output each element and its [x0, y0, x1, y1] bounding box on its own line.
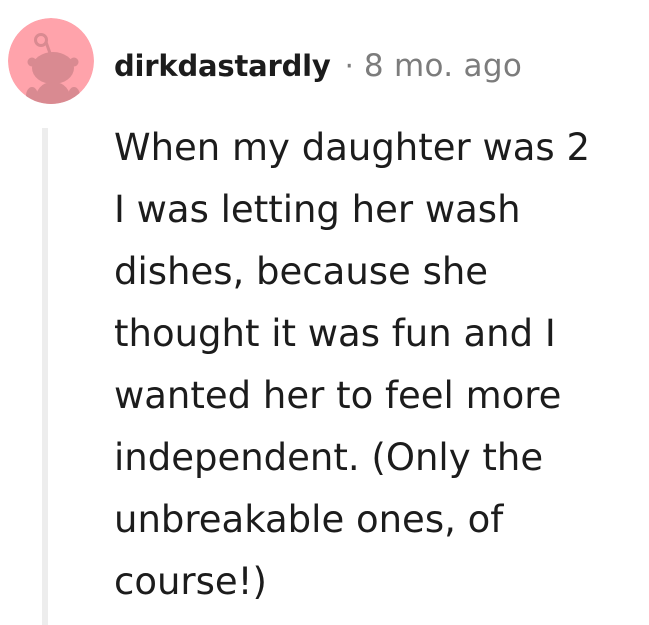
comment-timestamp[interactable]: 8 mo. ago [364, 48, 522, 84]
comment-body-line: When my daughter was 2 [114, 126, 591, 169]
author-username[interactable]: dirkdastardly [114, 49, 331, 83]
comment-body-line: course!) [114, 560, 267, 603]
reddit-snoo-avatar-icon [8, 18, 94, 104]
comment-body-line: unbreakable ones, of [114, 498, 504, 541]
user-avatar[interactable] [8, 18, 94, 104]
meta-separator: · [344, 49, 354, 83]
comment-meta: dirkdastardly · 8 mo. ago [114, 44, 522, 88]
comment: dirkdastardly · 8 mo. ago When my daught… [0, 0, 649, 625]
thread-collapse-line[interactable] [42, 128, 48, 625]
comment-body: When my daughter was 2 I was letting her… [114, 117, 634, 613]
comment-body-line: independent. (Only the [114, 436, 544, 479]
comment-body-line: I was letting her wash [114, 188, 521, 231]
comment-body-line: thought it was fun and I [114, 312, 556, 355]
comment-body-line: dishes, because she [114, 250, 489, 293]
comment-body-line: wanted her to feel more [114, 374, 562, 417]
